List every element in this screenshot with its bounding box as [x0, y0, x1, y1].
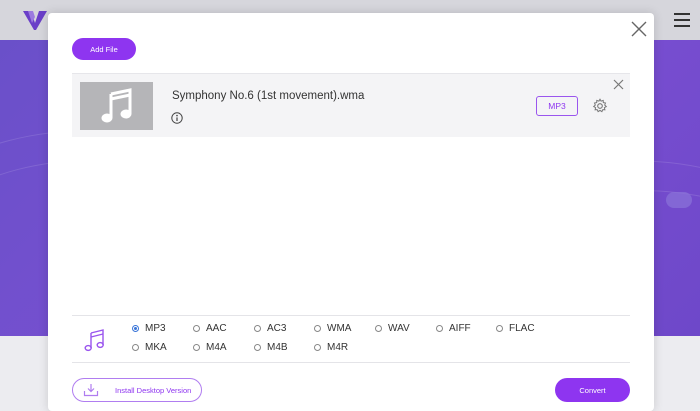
download-icon	[83, 384, 99, 397]
format-option-ac3[interactable]: AC3	[254, 323, 286, 334]
format-option-wav[interactable]: WAV	[375, 323, 410, 334]
format-option-m4r[interactable]: M4R	[314, 342, 348, 353]
format-option-aiff[interactable]: AIFF	[436, 323, 471, 334]
format-option-aac[interactable]: AAC	[193, 323, 227, 334]
remove-icon[interactable]	[613, 79, 624, 90]
converter-dialog: Add File Symphony No.6 (1st movement).wm…	[48, 13, 654, 411]
file-name: Symphony No.6 (1st movement).wma	[172, 90, 365, 102]
format-option-m4b[interactable]: M4B	[254, 342, 288, 353]
radio-m4b[interactable]	[254, 344, 261, 351]
radio-mp3[interactable]	[132, 325, 139, 332]
radio-m4a[interactable]	[193, 344, 200, 351]
radio-aiff[interactable]	[436, 325, 443, 332]
radio-mka[interactable]	[132, 344, 139, 351]
format-option-mp3[interactable]: MP3	[132, 323, 166, 334]
file-list-item: Symphony No.6 (1st movement).wma MP3	[72, 73, 630, 137]
file-thumbnail	[80, 82, 153, 130]
radio-flac[interactable]	[496, 325, 503, 332]
music-icon	[84, 329, 104, 352]
background-slider-knob	[666, 192, 692, 208]
format-option-wma[interactable]: WMA	[314, 323, 351, 334]
radio-aac[interactable]	[193, 325, 200, 332]
install-desktop-button[interactable]: Install Desktop Version	[72, 378, 202, 402]
close-icon[interactable]	[629, 19, 649, 39]
convert-button[interactable]: Convert	[555, 378, 630, 402]
radio-m4r[interactable]	[314, 344, 321, 351]
hamburger-menu-icon[interactable]	[674, 13, 690, 27]
info-icon[interactable]	[171, 112, 183, 124]
output-format-selector: MP3 AAC AC3 WMA WAV AIFF FLAC MKA M4A M4…	[72, 315, 630, 363]
radio-wav[interactable]	[375, 325, 382, 332]
format-option-mka[interactable]: MKA	[132, 342, 167, 353]
radio-wma[interactable]	[314, 325, 321, 332]
radio-ac3[interactable]	[254, 325, 261, 332]
output-format-badge[interactable]: MP3	[536, 96, 578, 116]
install-desktop-label: Install Desktop Version	[115, 386, 192, 395]
music-note-icon	[101, 88, 131, 123]
logo-icon	[23, 11, 47, 30]
add-file-button[interactable]: Add File	[72, 38, 136, 60]
gear-icon[interactable]	[592, 98, 608, 114]
format-option-m4a[interactable]: M4A	[193, 342, 227, 353]
format-option-flac[interactable]: FLAC	[496, 323, 535, 334]
